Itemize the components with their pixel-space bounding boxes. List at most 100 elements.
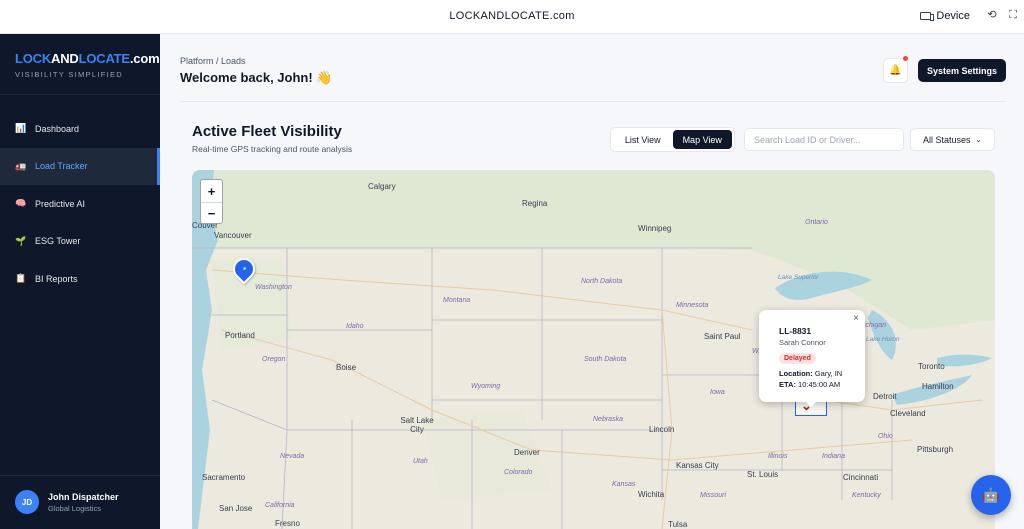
avatar: JD xyxy=(15,490,39,514)
bar-chart-icon: 📊 xyxy=(15,123,27,134)
eta-label: ETA: xyxy=(779,380,796,389)
sidebar-item-dashboard[interactable]: 📊 Dashboard xyxy=(0,110,160,148)
device-label: Device xyxy=(936,10,970,22)
eta-value: 10:45:00 AM xyxy=(798,380,841,389)
sidebar-item-label: Predictive AI xyxy=(35,198,86,209)
city-label: Hamilton xyxy=(922,382,954,391)
truck-icon: 🚛 xyxy=(15,160,27,171)
section-title: Active Fleet Visibility xyxy=(192,123,342,140)
state-label: Montana xyxy=(443,297,471,304)
city-label: Lincoln xyxy=(649,425,675,434)
state-label: Washington xyxy=(255,284,292,291)
user-profile[interactable]: JD John Dispatcher Global Logistics xyxy=(15,490,119,514)
city-label: Wichita xyxy=(638,490,665,499)
assistant-button[interactable]: 🤖 xyxy=(971,475,1011,515)
user-role: Global Logistics xyxy=(48,503,101,513)
sidebar-item-load-tracker[interactable]: 🚛 Load Tracker xyxy=(0,147,160,185)
browser-bar: LOCKANDLOCATE.com Device ⟲ ⛶ xyxy=(0,0,1024,34)
city-label: Saint Paul xyxy=(704,332,741,341)
city-label: Denver xyxy=(514,448,540,457)
popup-tip xyxy=(805,401,817,407)
status-filter-select[interactable]: All Statuses ⌄ xyxy=(910,128,995,151)
refresh-icon[interactable]: ⟲ xyxy=(986,9,998,21)
city-label: St. Louis xyxy=(747,470,779,479)
state-label: Nevada xyxy=(280,453,305,460)
logo-lock: LOCK xyxy=(15,51,52,66)
state-label: Illinois xyxy=(768,453,788,460)
sidebar-divider xyxy=(0,475,160,476)
location-row: Location: Gary, IN xyxy=(779,369,865,378)
fullscreen-icon[interactable]: ⛶ xyxy=(1007,9,1019,21)
notification-button[interactable]: 🔔 xyxy=(883,58,908,83)
zoom-out-button[interactable]: − xyxy=(201,202,222,224)
location-label: Location: xyxy=(779,369,813,378)
sidebar-item-esg-tower[interactable]: 🌱 ESG Tower xyxy=(0,223,160,261)
view-toggle: List View Map View xyxy=(610,127,735,152)
logo-tld: .com xyxy=(129,51,160,66)
city-label: Boise xyxy=(336,363,357,372)
city-label: Pittsburgh xyxy=(917,445,954,454)
state-label: Idaho xyxy=(346,323,364,330)
clipboard-icon: 📋 xyxy=(15,273,27,284)
city-label: Toronto xyxy=(918,362,945,371)
city-label: Regina xyxy=(522,199,548,208)
page-title: Welcome back, John! 👋 xyxy=(180,70,333,85)
sidebar-divider xyxy=(0,94,160,95)
eta-row: ETA: 10:45:00 AM xyxy=(779,380,865,389)
city-label: Cincinnati xyxy=(843,473,879,482)
city-label: Winnipeg xyxy=(638,224,672,233)
state-label: Kansas xyxy=(612,481,636,488)
zoom-in-button[interactable]: + xyxy=(201,180,222,202)
sidebar-item-label: Dashboard xyxy=(35,123,80,134)
water-label: Lake Superior xyxy=(778,274,819,281)
state-label: Wyoming xyxy=(471,383,501,390)
logo[interactable]: LOCKANDLOCATE.com xyxy=(15,51,160,66)
sidebar-item-bi-reports[interactable]: 📋 BI Reports xyxy=(0,260,160,298)
robot-icon: 🤖 xyxy=(982,486,1000,503)
state-label: California xyxy=(265,502,295,509)
brain-icon: 🧠 xyxy=(15,198,27,209)
state-label: Missouri xyxy=(700,492,727,499)
bell-icon: 🔔 xyxy=(889,65,902,76)
state-label: Iowa xyxy=(710,389,725,396)
device-icon xyxy=(920,12,935,21)
chevron-down-icon: ⌄ xyxy=(975,135,982,144)
state-label: Indiana xyxy=(822,453,845,460)
map-view-button[interactable]: Map View xyxy=(672,130,732,149)
system-settings-button[interactable]: System Settings xyxy=(918,59,1006,82)
city-label: Calgary xyxy=(368,182,396,191)
state-label: Kentucky xyxy=(852,492,881,499)
status-badge: Delayed xyxy=(779,353,816,364)
state-label: Utah xyxy=(413,458,428,465)
state-label: Colorado xyxy=(504,469,533,476)
close-icon[interactable]: × xyxy=(853,313,859,324)
state-label: Nebraska xyxy=(593,416,623,423)
sidebar-item-label: ESG Tower xyxy=(35,236,81,247)
sidebar-item-label: BI Reports xyxy=(35,273,78,284)
driver-name: Sarah Connor xyxy=(779,338,826,347)
search-input[interactable]: Search Load ID or Driver... xyxy=(744,128,904,151)
state-label: North Dakota xyxy=(581,278,623,285)
truck-icon: ▪ xyxy=(243,264,246,273)
city-label: San Jose xyxy=(219,504,253,513)
state-label: South Dakota xyxy=(584,356,627,363)
state-label: Minnesota xyxy=(676,302,709,309)
fleet-map[interactable]: Calgary Regina Winnipeg Vancouver Couver… xyxy=(192,170,995,529)
user-name: John Dispatcher xyxy=(48,491,119,502)
state-label: Oregon xyxy=(262,356,286,363)
header-divider xyxy=(180,101,1006,102)
zoom-controls: + − xyxy=(200,179,223,224)
location-value: Gary, IN xyxy=(814,369,843,378)
logo-and: AND xyxy=(51,51,79,66)
url-text: LOCKANDLOCATE.com xyxy=(449,10,575,22)
city-label: Vancouver xyxy=(214,231,252,240)
load-popup: × LL-8831 Sarah Connor Delayed Location:… xyxy=(759,310,865,402)
section-subtitle: Real-time GPS tracking and route analysi… xyxy=(192,144,353,154)
device-toggle[interactable]: Device xyxy=(920,10,970,22)
sidebar-item-predictive-ai[interactable]: 🧠 Predictive AI xyxy=(0,185,160,223)
notification-dot xyxy=(903,56,908,61)
list-view-button[interactable]: List View xyxy=(613,130,673,149)
city-label: Salt Lake City xyxy=(400,416,434,434)
logo-locate: LOCATE xyxy=(78,51,130,66)
breadcrumb: Platform / Loads xyxy=(180,56,246,66)
